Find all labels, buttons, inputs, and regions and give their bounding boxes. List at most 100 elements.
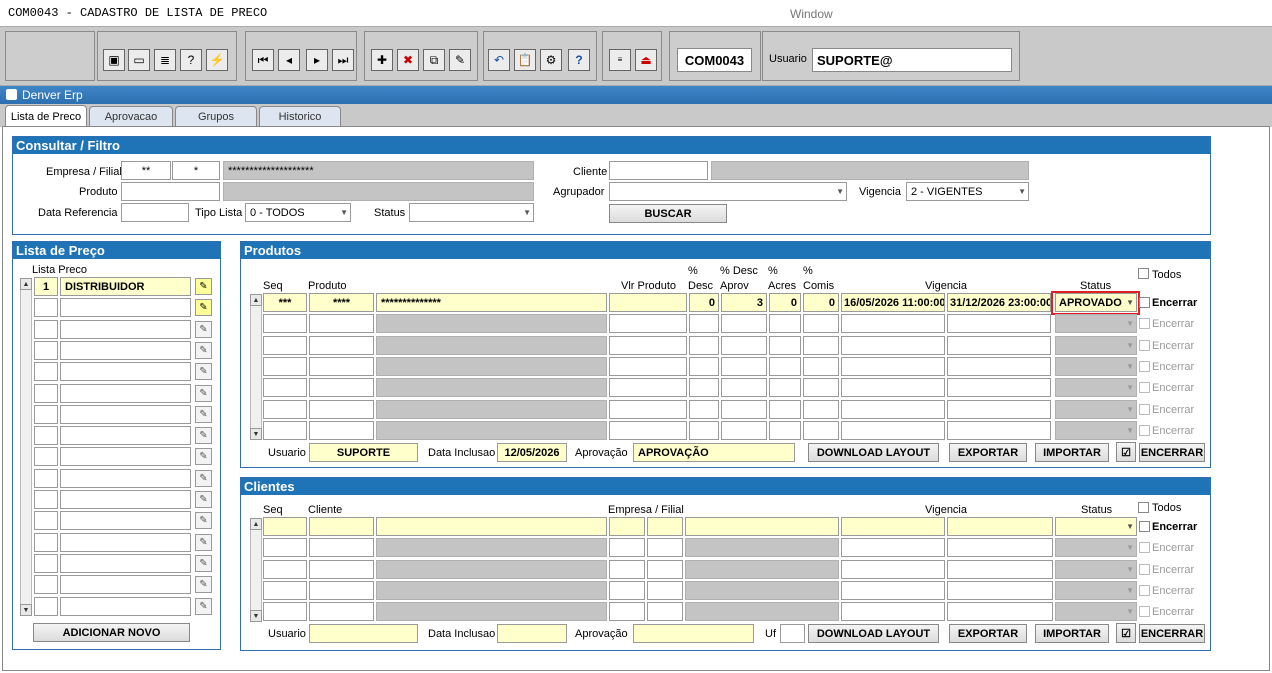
scroll-up-icon[interactable]: ▲ bbox=[250, 294, 262, 306]
lista-code-field[interactable] bbox=[34, 511, 58, 531]
table-cell[interactable] bbox=[647, 559, 683, 579]
cli-status-select[interactable]: ▼ bbox=[1055, 517, 1137, 536]
table-cell[interactable] bbox=[263, 378, 307, 398]
prod-comis-field[interactable]: 0 bbox=[803, 293, 839, 312]
table-cell[interactable] bbox=[947, 580, 1053, 600]
last-record-icon[interactable]: ⏭ bbox=[332, 49, 354, 71]
table-cell[interactable] bbox=[841, 335, 945, 355]
table-cell[interactable] bbox=[721, 420, 767, 440]
edit-icon[interactable]: ✎ bbox=[195, 363, 212, 381]
table-cell[interactable] bbox=[689, 356, 719, 376]
table-cell[interactable] bbox=[263, 335, 307, 355]
table-cell[interactable] bbox=[263, 420, 307, 440]
table-cell[interactable] bbox=[841, 602, 945, 622]
edit-icon[interactable]: ✎ bbox=[195, 405, 212, 423]
table-cell[interactable] bbox=[263, 399, 307, 419]
lista-name-field[interactable] bbox=[60, 404, 191, 424]
cli-nome-field[interactable] bbox=[376, 517, 607, 536]
produtos-scrollbar[interactable] bbox=[250, 294, 262, 440]
table-cell[interactable] bbox=[309, 420, 374, 440]
lista-name-field[interactable] bbox=[60, 596, 191, 616]
lista-name-field[interactable] bbox=[60, 319, 191, 339]
table-cell[interactable] bbox=[263, 356, 307, 376]
undo-icon[interactable]: ↶ bbox=[488, 49, 510, 71]
table-cell[interactable] bbox=[609, 378, 687, 398]
cli-importar-button[interactable]: IMPORTAR bbox=[1035, 624, 1109, 643]
cli-empresa-field[interactable] bbox=[609, 517, 645, 536]
tab-grupos[interactable]: Grupos bbox=[175, 106, 257, 127]
prod-descricao-field[interactable]: ************** bbox=[376, 293, 607, 312]
save-icon[interactable]: ▣ bbox=[103, 49, 125, 71]
previous-record-icon[interactable]: ◂ bbox=[278, 49, 300, 71]
prod-codigo-field[interactable]: **** bbox=[309, 293, 374, 312]
table-cell[interactable] bbox=[647, 580, 683, 600]
table-cell[interactable] bbox=[309, 314, 374, 334]
cli-encerrar-checkbox[interactable] bbox=[1139, 521, 1150, 532]
lista-code-field[interactable] bbox=[34, 426, 58, 446]
calendar-check-icon[interactable]: ☑ bbox=[1116, 623, 1136, 643]
prod-desc-field[interactable]: 0 bbox=[689, 293, 719, 312]
status-select[interactable]: ▼ bbox=[409, 203, 534, 222]
table-cell[interactable] bbox=[721, 399, 767, 419]
data-referencia-field[interactable] bbox=[121, 203, 189, 222]
lista-name-field[interactable] bbox=[60, 511, 191, 531]
cli-download-layout-button[interactable]: DOWNLOAD LAYOUT bbox=[808, 624, 939, 643]
table-cell[interactable] bbox=[769, 378, 801, 398]
lista-name-field[interactable] bbox=[60, 362, 191, 382]
edit-icon[interactable]: ✎ bbox=[195, 320, 212, 338]
table-cell[interactable] bbox=[721, 356, 767, 376]
table-cell[interactable] bbox=[841, 314, 945, 334]
lista-code-field[interactable] bbox=[34, 532, 58, 552]
scroll-down-icon[interactable]: ▼ bbox=[250, 428, 262, 440]
lista-code-field[interactable] bbox=[34, 490, 58, 509]
lista-code-field[interactable]: 1 bbox=[34, 277, 58, 296]
prod-acres-field[interactable]: 0 bbox=[769, 293, 801, 312]
tab-historico[interactable]: Historico bbox=[259, 106, 341, 127]
tipo-lista-select[interactable]: 0 - TODOS ▼ bbox=[245, 203, 351, 222]
lista-scrollbar[interactable] bbox=[20, 278, 32, 616]
lista-code-field[interactable] bbox=[34, 468, 58, 488]
table-cell[interactable] bbox=[769, 399, 801, 419]
lista-code-field[interactable] bbox=[34, 340, 58, 360]
table-cell[interactable] bbox=[609, 356, 687, 376]
prod-importar-button[interactable]: IMPORTAR bbox=[1035, 443, 1109, 462]
scroll-down-icon[interactable]: ▼ bbox=[20, 604, 32, 616]
table-cell[interactable] bbox=[689, 314, 719, 334]
lista-name-field[interactable] bbox=[60, 340, 191, 360]
scroll-up-icon[interactable]: ▲ bbox=[20, 278, 32, 290]
edit-icon[interactable]: ✎ bbox=[195, 384, 212, 402]
first-record-icon[interactable]: ⏮ bbox=[252, 49, 274, 71]
table-cell[interactable] bbox=[947, 356, 1051, 376]
table-cell[interactable] bbox=[721, 378, 767, 398]
table-cell[interactable] bbox=[769, 356, 801, 376]
query-icon[interactable]: ? bbox=[180, 49, 202, 71]
edit-icon[interactable]: ✎ bbox=[195, 533, 212, 551]
empresa-field[interactable]: ** bbox=[121, 161, 171, 180]
clipboard-icon[interactable]: 📋 bbox=[514, 49, 536, 71]
next-record-icon[interactable]: ▸ bbox=[306, 49, 328, 71]
table-cell[interactable] bbox=[841, 378, 945, 398]
table-cell[interactable] bbox=[609, 559, 645, 579]
lista-code-field[interactable] bbox=[34, 362, 58, 382]
table-cell[interactable] bbox=[689, 378, 719, 398]
prod-vlr-field[interactable] bbox=[609, 293, 687, 312]
prod-download-layout-button[interactable]: DOWNLOAD LAYOUT bbox=[808, 443, 939, 462]
prod-vig-ini-field[interactable]: 16/05/2026 11:00:00 bbox=[841, 293, 945, 312]
table-cell[interactable] bbox=[803, 399, 839, 419]
print-icon[interactable]: ≣ bbox=[154, 49, 176, 71]
filial-field[interactable]: * bbox=[172, 161, 220, 180]
lista-code-field[interactable] bbox=[34, 553, 58, 573]
table-cell[interactable] bbox=[841, 559, 945, 579]
table-cell[interactable] bbox=[609, 538, 645, 558]
cli-vig-ini-field[interactable] bbox=[841, 517, 945, 536]
table-cell[interactable] bbox=[947, 399, 1051, 419]
table-cell[interactable] bbox=[609, 580, 645, 600]
edit-icon[interactable]: ✎ bbox=[195, 299, 212, 317]
lista-code-field[interactable] bbox=[34, 596, 58, 616]
cli-exportar-button[interactable]: EXPORTAR bbox=[949, 624, 1027, 643]
table-cell[interactable] bbox=[263, 580, 307, 600]
table-cell[interactable] bbox=[947, 538, 1053, 558]
agrupador-select[interactable]: ▼ bbox=[609, 182, 847, 201]
table-cell[interactable] bbox=[947, 335, 1051, 355]
lista-name-field[interactable] bbox=[60, 383, 191, 403]
